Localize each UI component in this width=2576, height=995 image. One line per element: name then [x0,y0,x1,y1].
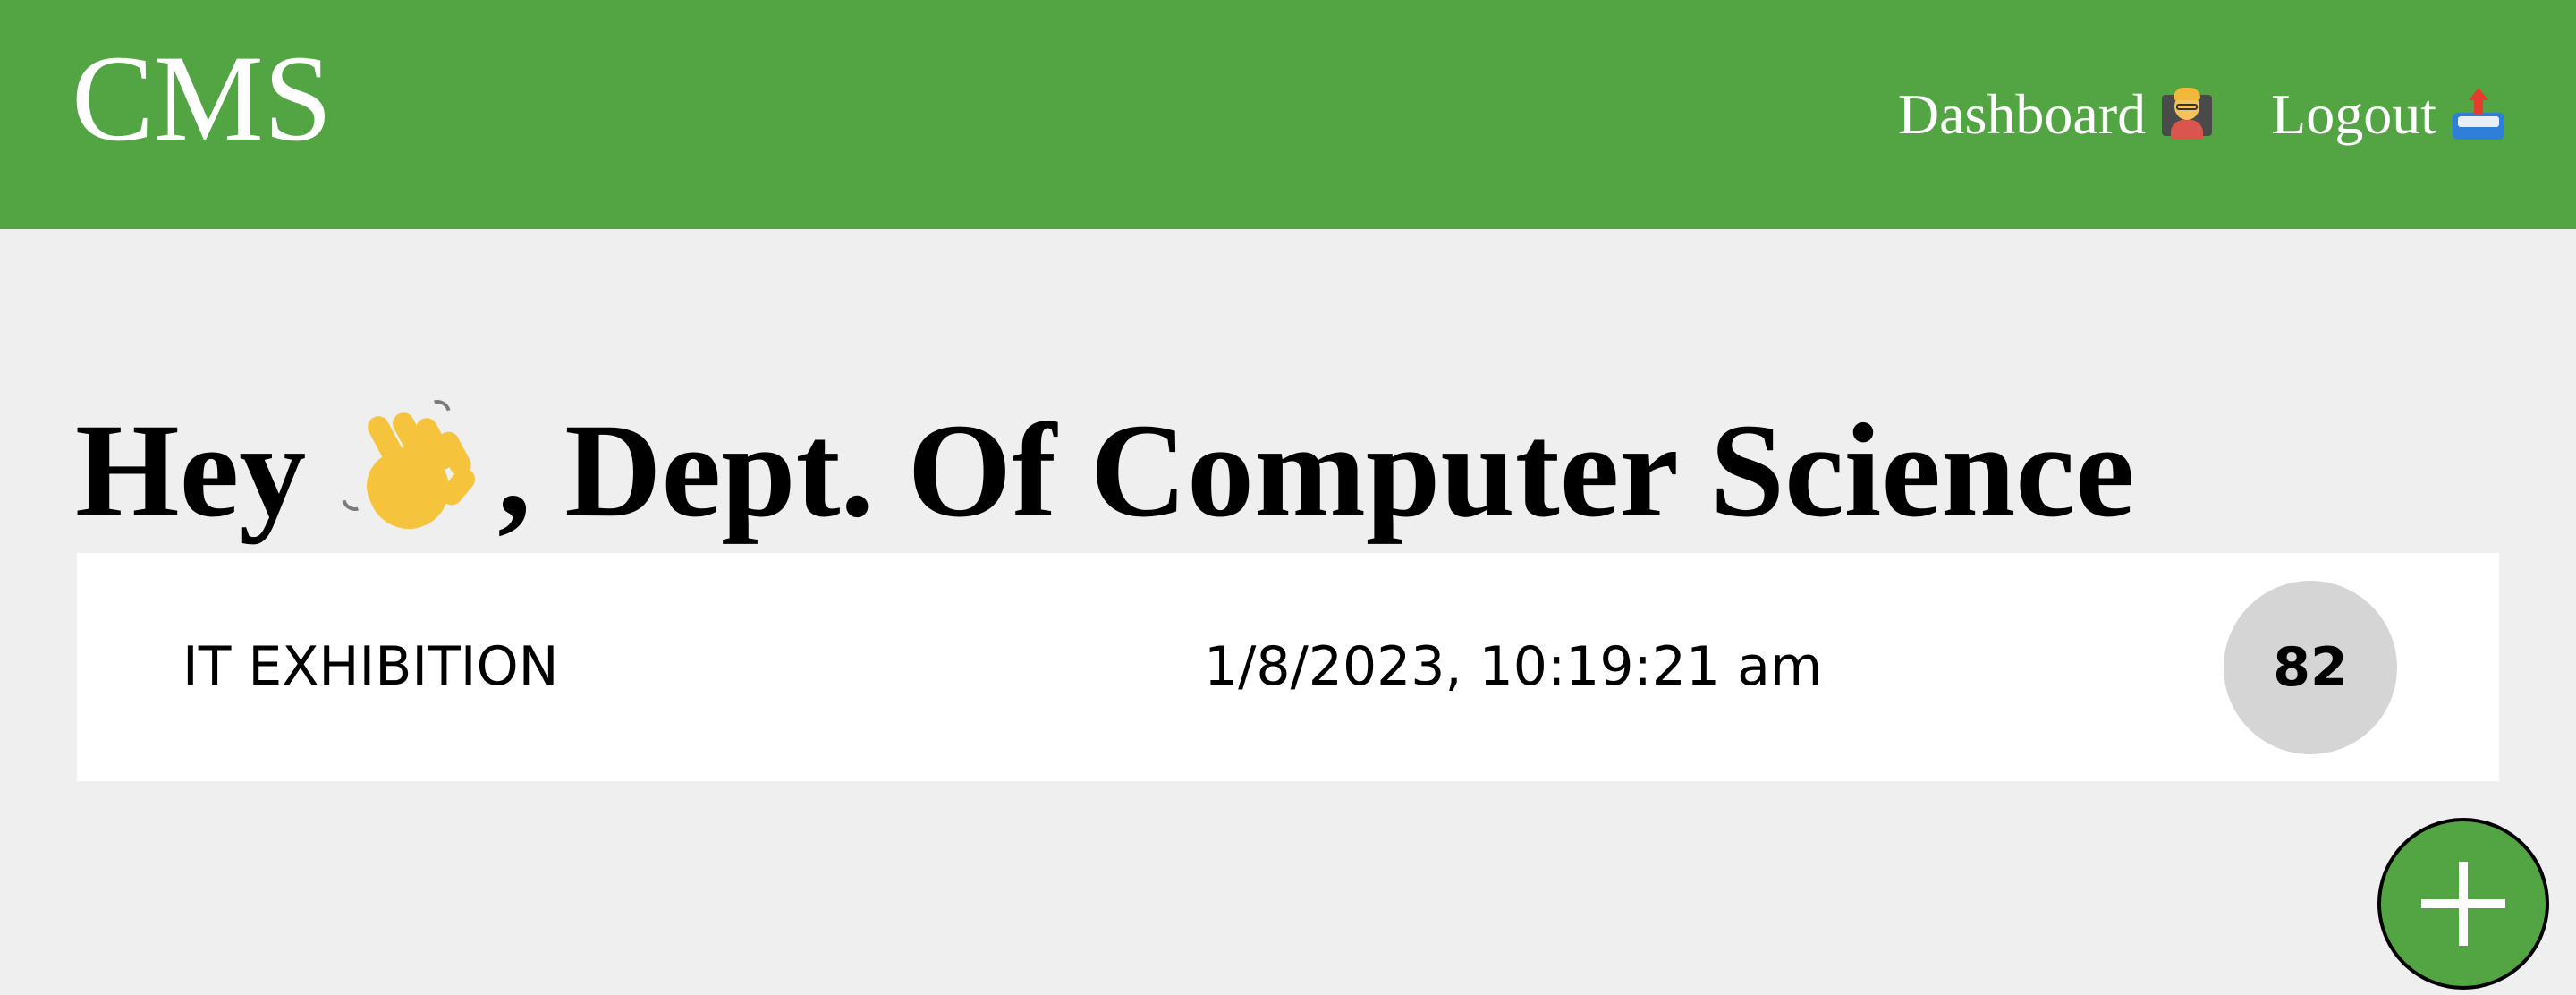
greeting-department: , Dept. Of Computer Science [497,395,2135,545]
brand-logo[interactable]: CMS [72,36,333,161]
event-count-badge: 82 [2224,581,2397,754]
dashboard-link-label: Dashboard [1897,82,2147,146]
event-datetime: 1/8/2023, 10:19:21 am [1204,635,1823,698]
page-greeting: Hey , Dept. Of Computer Science [75,395,2135,545]
logout-link-label: Logout [2271,82,2436,146]
outbox-tray-icon [2449,86,2506,143]
greeting-prefix: Hey [75,395,307,545]
add-event-button[interactable] [2377,818,2549,990]
teacher-icon [2158,86,2216,143]
dashboard-link[interactable]: Dashboard [1898,81,2216,148]
nav-links: Dashboard Logout [1898,70,2506,159]
waving-hand-icon [336,395,494,542]
event-card[interactable]: IT EXHIBITION 1/8/2023, 10:19:21 am 82 [77,553,2499,781]
logout-link[interactable]: Logout [2271,81,2506,148]
navbar: CMS Dashboard Logout [0,0,2576,229]
event-title: IT EXHIBITION [182,635,559,698]
